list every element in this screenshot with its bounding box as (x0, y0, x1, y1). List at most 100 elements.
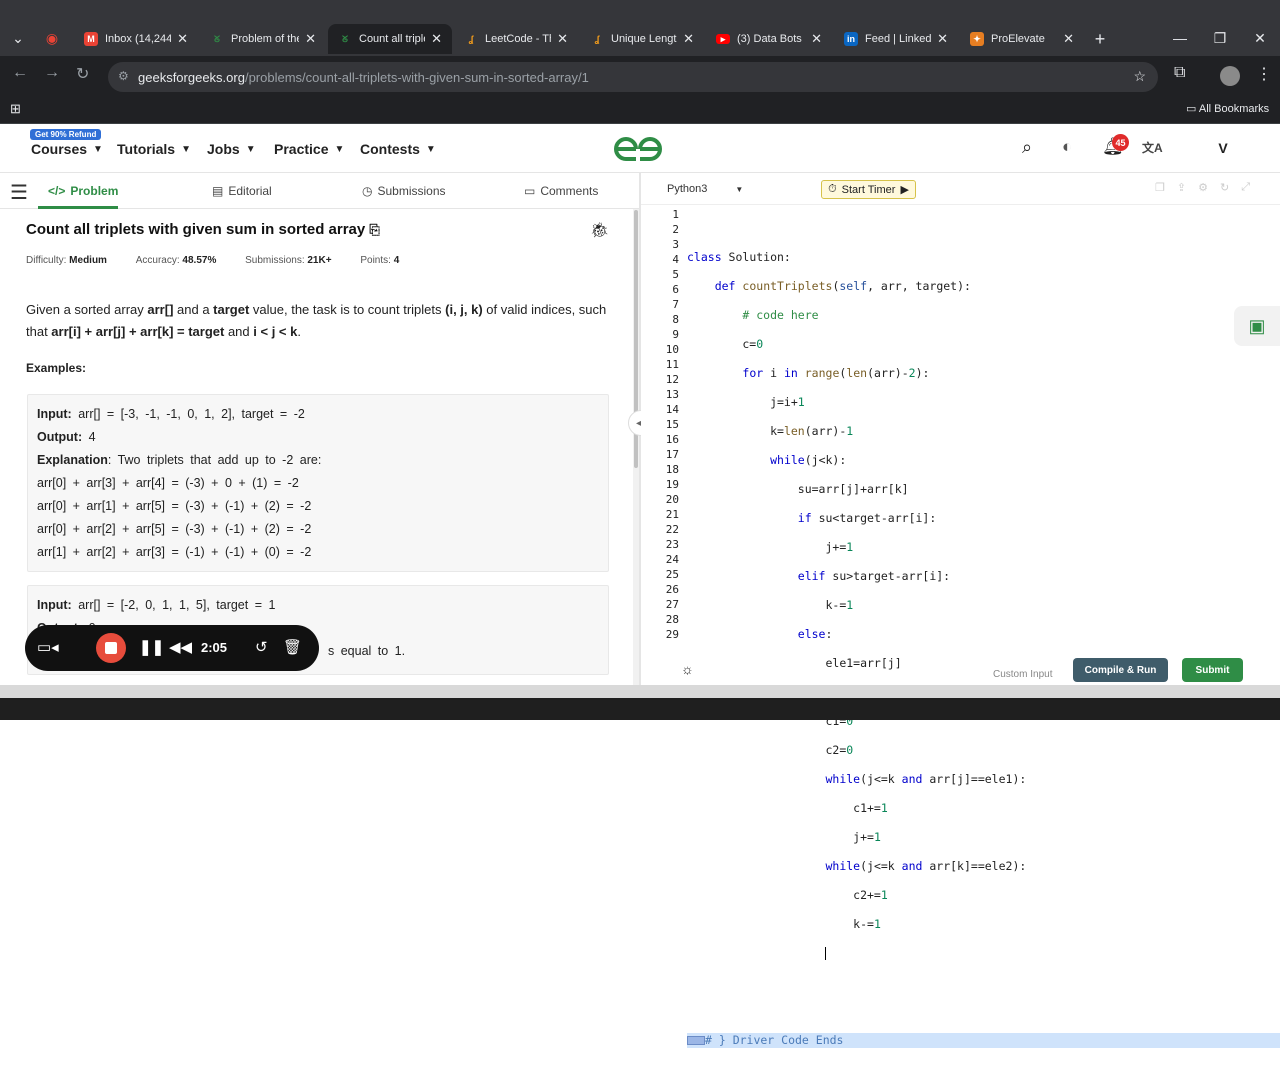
comment-icon: ▭ (524, 184, 536, 198)
line-number: 11 (665, 358, 679, 371)
recording-time: 2:05 (201, 640, 228, 655)
restart-icon[interactable]: ↺ (255, 638, 268, 656)
translate-icon[interactable]: 文A (1142, 139, 1163, 156)
start-timer-button[interactable]: ⏱ Start Timer ▶ (821, 180, 916, 199)
browser-tab-linkedin[interactable]: in Feed | LinkedIn ✕ (834, 24, 958, 54)
bookmark-icon[interactable]: ⎘ (369, 222, 379, 237)
close-icon[interactable]: ✕ (811, 31, 822, 47)
fullscreen-icon[interactable]: ⤢ (1241, 181, 1250, 194)
code-line: for i in range(len(arr)-2): (742, 366, 930, 380)
browser-tab-leetcode[interactable]: ʆ LeetCode - Th ✕ (454, 24, 578, 54)
chat-button[interactable]: ▣ (1234, 306, 1280, 346)
maximize-button[interactable]: ❐ (1206, 24, 1234, 52)
line-number: 14 (665, 403, 679, 416)
code-line-folded[interactable]: # } Driver Code Ends (687, 1033, 1280, 1048)
nav-practice[interactable]: Practice ▼ (274, 141, 344, 157)
browser-tab-proelevate[interactable]: ✦ ProElevate ✕ (960, 24, 1084, 54)
camera-icon[interactable]: ▭◂ (37, 638, 59, 656)
reload-icon[interactable]: ↻ (76, 64, 89, 84)
profile-avatar[interactable] (1220, 66, 1240, 86)
browser-tab-inbox[interactable]: M Inbox (14,244) ✕ (74, 24, 198, 54)
desc-text: Given a sorted array (26, 302, 148, 317)
line-number: 8 (672, 313, 679, 326)
close-icon[interactable]: ✕ (431, 31, 442, 47)
close-icon[interactable]: ✕ (557, 31, 568, 47)
address-bar-row: ← → ↻ ⚙ geeksforgeeks.org/problems/count… (0, 56, 1280, 96)
horizontal-scrollbar[interactable] (0, 685, 1280, 698)
window-close-button[interactable]: ✕ (1246, 24, 1274, 52)
tab-title: LeetCode - Th (485, 33, 552, 45)
language-select[interactable]: Python3 ▼ (663, 179, 749, 199)
line-number: 18 (665, 463, 679, 476)
theme-sun-icon[interactable]: ☼ (681, 661, 694, 677)
example-1-explanation: Explanation: Two triplets that add up to… (28, 449, 608, 472)
close-icon[interactable]: ✕ (177, 31, 188, 47)
settings-icon[interactable]: ⚙ (1198, 181, 1208, 194)
bug-report-icon[interactable]: 🐞︎ (590, 221, 609, 239)
user-avatar[interactable]: V (1210, 135, 1236, 161)
minimize-button[interactable]: — (1166, 24, 1194, 52)
bookmark-star-icon[interactable]: ☆ (1133, 68, 1146, 85)
pause-icon[interactable]: ❚❚ (139, 638, 164, 656)
forward-icon[interactable]: → (44, 64, 60, 82)
explanation-line: arr[1] + arr[2] + arr[3] = (-1) + (-1) +… (37, 545, 312, 559)
browser-tab-problem-of-day[interactable]: ᘜ Problem of the ✕ (200, 24, 326, 54)
rewind-icon[interactable]: ◀◀ (169, 638, 192, 656)
custom-input-button[interactable]: Custom Input (993, 669, 1052, 680)
browser-tab-unique-length[interactable]: ʆ Unique Length ✕ (580, 24, 704, 54)
browser-tab-count-triplets[interactable]: ᘜ Count all triple ✕ (328, 24, 452, 54)
explanation-line: arr[0] + arr[2] + arr[5] = (-3) + (-1) +… (37, 522, 312, 536)
menu-icon[interactable]: ⋮ (1256, 64, 1272, 84)
tab-problem[interactable]: </> Problem (48, 184, 118, 198)
nav-tutorials[interactable]: Tutorials ▼ (117, 141, 191, 157)
extensions-icon[interactable]: ⧉ (1174, 64, 1185, 82)
code-area[interactable]: class Solution: def countTriplets(self, … (687, 207, 1280, 1076)
nav-label: Practice (274, 141, 329, 157)
dark-mode-icon[interactable]: ◐ (1062, 137, 1072, 157)
browser-tab-data-bots[interactable]: ▸ (3) Data Bots - ✕ (706, 24, 832, 54)
submit-button[interactable]: Submit (1182, 658, 1243, 682)
proelevate-icon: ✦ (970, 32, 984, 46)
line-number: 28 (665, 613, 679, 626)
site-info-icon[interactable]: ⚙ (118, 69, 129, 83)
browser-tab-strip: ⌄ ◉ M Inbox (14,244) ✕ ᘜ Problem of the … (0, 0, 1280, 56)
tab-title: Feed | LinkedIn (865, 33, 932, 45)
close-icon[interactable]: ✕ (937, 31, 948, 47)
desc-bold: target (213, 302, 250, 317)
code-line: j+=1 (687, 830, 881, 844)
line-number-gutter: 1 2 3 4 5 6 7 8 9 10 11 12 13 14 15 16 17 18 19 20 21 22 23 24 2… (641, 207, 679, 642)
search-icon[interactable]: ⌕ (1022, 137, 1032, 158)
editor-toolbar: Python3 ▼ ⏱ Start Timer ▶ ❐ ⇪ ⚙ ↻ ⤢ (641, 173, 1280, 205)
reset-icon[interactable]: ↻ (1220, 181, 1229, 194)
tab-search-icon[interactable]: ⌄ (4, 24, 32, 52)
copy-icon[interactable]: ❐ (1155, 181, 1165, 194)
back-icon[interactable]: ← (12, 64, 28, 82)
close-icon[interactable]: ✕ (1063, 31, 1074, 47)
fold-marker-icon[interactable] (687, 1036, 705, 1045)
compile-run-button[interactable]: Compile & Run (1073, 658, 1168, 682)
apps-grid-icon[interactable]: ⊞ (10, 101, 21, 117)
tab-editorial[interactable]: ▤ Editorial (212, 184, 272, 198)
editor-tools: ❐ ⇪ ⚙ ↻ ⤢ (1155, 181, 1250, 194)
close-icon[interactable]: ✕ (305, 31, 316, 47)
trash-icon[interactable]: 🗑︎ (283, 638, 302, 656)
code-line: if su<target-arr[i]: (797, 511, 937, 525)
all-bookmarks-label: All Bookmarks (1198, 103, 1270, 115)
code-line: c=0 (687, 337, 764, 351)
url-input[interactable]: ⚙ geeksforgeeks.org/problems/count-all-t… (108, 62, 1158, 92)
line-number: 13 (665, 388, 679, 401)
gfg-logo-icon[interactable] (610, 133, 666, 165)
nav-label: Contests (360, 141, 420, 157)
tab-comments[interactable]: ▭ Comments (524, 184, 598, 198)
stop-recording-button[interactable] (96, 633, 126, 663)
new-tab-button[interactable]: + (1086, 25, 1114, 53)
all-bookmarks[interactable]: ▭ All Bookmarks (1186, 102, 1269, 115)
nav-courses[interactable]: Courses ▼ (31, 141, 103, 157)
hamburger-icon[interactable]: ☰ (10, 180, 28, 205)
upload-icon[interactable]: ⇪ (1177, 181, 1186, 194)
close-icon[interactable]: ✕ (683, 31, 694, 47)
nav-jobs[interactable]: Jobs ▼ (207, 141, 256, 157)
nav-contests[interactable]: Contests ▼ (360, 141, 436, 157)
line-number: 17 (665, 448, 679, 461)
tab-submissions[interactable]: ◷ Submissions (362, 184, 446, 198)
